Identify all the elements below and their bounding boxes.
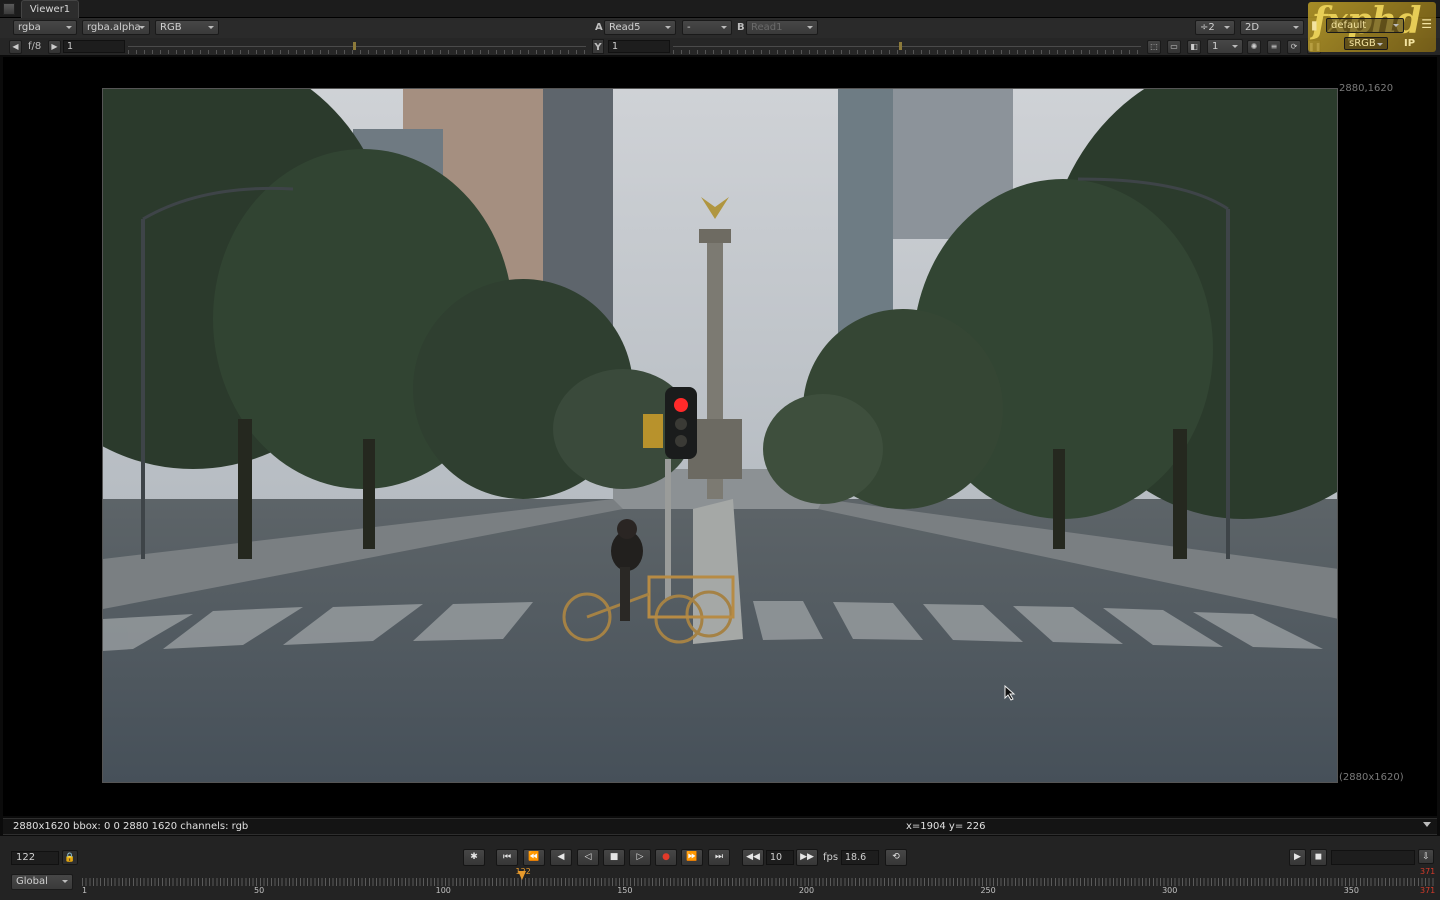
- gain-slider-knob[interactable]: [353, 42, 356, 50]
- pane-menu-handle[interactable]: [3, 3, 15, 15]
- input-b-label: B: [737, 22, 745, 33]
- skip-back-increment-icon[interactable]: ◀◀: [742, 849, 764, 866]
- refresh-icon[interactable]: ⟳: [1287, 40, 1301, 54]
- current-frame-field[interactable]: 122: [11, 851, 59, 865]
- gamma-label: Y: [592, 39, 604, 54]
- previous-keyframe-icon[interactable]: ⏪: [523, 849, 545, 866]
- clipping-warning-icon[interactable]: ◧: [1187, 40, 1201, 54]
- transport-bar: 122 🔒 ✱ ⏮ ⏪ ◀ ◁ ■ ▷ ● ⏩ ⏭ ◀◀ 10 ▶▶ fps 1…: [0, 836, 1440, 900]
- viewer-image: [102, 88, 1338, 783]
- timeline-tick-label: 300: [1162, 886, 1178, 895]
- flipbook-icon[interactable]: ▶: [1289, 849, 1306, 866]
- timeline-tick-label: 50: [253, 886, 265, 895]
- gamma-field[interactable]: 1: [608, 40, 670, 53]
- timeline-settings-icon[interactable]: ✱: [463, 849, 485, 866]
- view-mode-dropdown[interactable]: 2D: [1240, 20, 1304, 35]
- next-keyframe-icon[interactable]: ⏩: [681, 849, 703, 866]
- gain-field[interactable]: 1: [63, 40, 125, 53]
- viewer-toolbar-bottom: ◀ f/8 ▶ 1 Y 1 ⬚ ▭ ◧ 1 ✺ ≡ ⟳ ❚❚: [0, 38, 1440, 56]
- timeline-ticks: [82, 878, 1436, 886]
- lock-frame-icon[interactable]: 🔒: [62, 850, 78, 865]
- first-frame-icon[interactable]: ⏮: [496, 849, 518, 866]
- last-frame-icon[interactable]: ⏭: [708, 849, 730, 866]
- step-back-icon[interactable]: ◀: [550, 849, 572, 866]
- viewer-toolbar-top: rgba rgba.alpha RGB A Read5 - B Read1 ÷2…: [0, 18, 1440, 38]
- gain-slider[interactable]: [128, 46, 586, 47]
- fstop-decrease-icon[interactable]: ◀: [9, 40, 22, 54]
- timeline-tick-label: 1: [82, 886, 88, 895]
- composite-mode-dropdown[interactable]: -: [682, 20, 732, 35]
- timeline-tick-label: 371: [1420, 886, 1436, 895]
- colorspace-dropdown[interactable]: sRGB: [1344, 37, 1388, 50]
- frame-range-mode-dropdown[interactable]: Global: [11, 874, 73, 890]
- viewer-process-dropdown[interactable]: default: [1326, 18, 1404, 33]
- timeline-end-label: 371: [1420, 867, 1436, 876]
- timeline-tick-label: 150: [617, 886, 633, 895]
- tab-bar: Viewer1: [0, 0, 1440, 18]
- fps-field[interactable]: 18.6: [841, 850, 879, 865]
- timeline-tick-label: 250: [980, 886, 996, 895]
- input-a-dropdown[interactable]: Read5: [604, 20, 676, 35]
- play-forward-icon[interactable]: ▷: [629, 849, 651, 866]
- pixel-coordinates-text: x=1904 y= 226: [906, 821, 986, 832]
- frame-increment-field[interactable]: 10: [766, 850, 794, 865]
- mouse-cursor-icon: [1004, 685, 1016, 701]
- timeline-cursor-label: 122: [515, 867, 531, 876]
- range-field[interactable]: [1331, 850, 1415, 865]
- timeline-tick-label: 350: [1343, 886, 1359, 895]
- timeline-scrubber[interactable]: 122 371 1 50 100 150 200 250 300 350 371: [82, 867, 1436, 895]
- downscale-dropdown[interactable]: ÷2: [1195, 20, 1235, 35]
- input-b-dropdown[interactable]: Read1: [746, 20, 818, 35]
- lock-icon[interactable]: ▮: [1311, 18, 1318, 32]
- skip-forward-increment-icon[interactable]: ▶▶: [796, 849, 818, 866]
- format-bottom-right-label: (2880x1620): [1339, 772, 1404, 783]
- loop-mode-icon[interactable]: ⟲: [885, 849, 907, 866]
- gamma-slider-ruler: [673, 50, 1141, 54]
- channels-dropdown[interactable]: rgba: [13, 20, 77, 35]
- fxphd-logo: fxphd default sRGB IP ▮ ☰: [1308, 2, 1436, 52]
- timeline-tick-label: 100: [435, 886, 451, 895]
- viewer-settings-icon[interactable]: ☰: [1421, 17, 1432, 31]
- format-info-text: 2880x1620 bbox: 0 0 2880 1620 channels: …: [13, 821, 249, 832]
- gamma-slider-knob[interactable]: [899, 42, 902, 50]
- lines-icon[interactable]: ≡: [1267, 40, 1281, 54]
- input-a-label: A: [595, 22, 603, 33]
- stop-icon[interactable]: ■: [603, 849, 625, 866]
- render-region-icon[interactable]: ✺: [1247, 40, 1261, 54]
- street-scene-image: [103, 89, 1337, 782]
- capture-icon[interactable]: ◼: [1310, 849, 1327, 866]
- roi-icon[interactable]: ⬚: [1147, 40, 1161, 54]
- timeline-tick-label: 200: [798, 886, 815, 895]
- input-process-toggle[interactable]: IP: [1404, 38, 1415, 49]
- gain-slider-ruler: [128, 50, 586, 54]
- viewer-info-bar: 2880x1620 bbox: 0 0 2880 1620 channels: …: [3, 818, 1437, 835]
- play-backward-icon[interactable]: ◁: [577, 849, 599, 866]
- proxy-dropdown[interactable]: 1: [1207, 39, 1243, 54]
- alpha-channel-dropdown[interactable]: rgba.alpha: [82, 20, 150, 35]
- viewer-canvas[interactable]: 2880,1620 (2880x1620): [3, 57, 1437, 816]
- format-top-right-label: 2880,1620: [1339, 83, 1394, 94]
- display-channels-dropdown[interactable]: RGB: [155, 20, 219, 35]
- fps-label: fps: [823, 852, 839, 863]
- fstop-label: f/8: [28, 41, 42, 52]
- record-icon[interactable]: ●: [655, 849, 677, 866]
- mask-overlay-icon[interactable]: ▭: [1167, 40, 1181, 54]
- info-expand-icon[interactable]: [1423, 822, 1431, 827]
- fstop-increase-icon[interactable]: ▶: [48, 40, 61, 54]
- timeline-options-icon[interactable]: ⇩: [1418, 849, 1434, 864]
- gamma-slider[interactable]: [673, 46, 1141, 47]
- tab-viewer1[interactable]: Viewer1: [21, 0, 79, 18]
